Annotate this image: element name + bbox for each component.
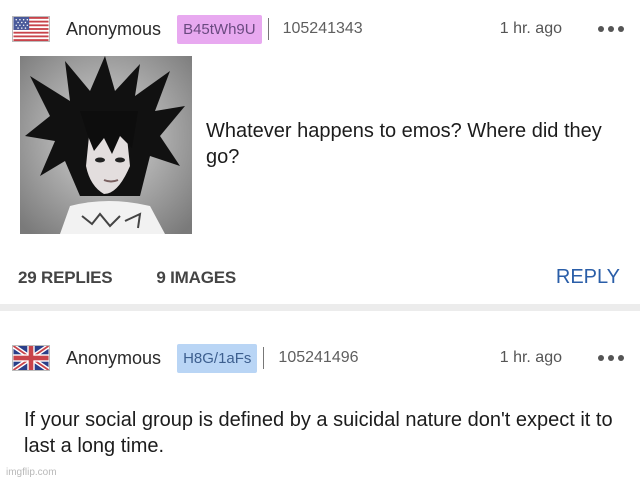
- reply-post: Anonymous H8G/1aFs 105241496 1 hr. ago I…: [0, 311, 640, 484]
- post-stats: 29 REPLIES 9 IMAGES: [18, 268, 236, 288]
- us-flag-icon: [12, 16, 50, 42]
- post-number[interactable]: 105241343: [283, 20, 363, 38]
- divider: [263, 347, 265, 369]
- post-image[interactable]: [20, 56, 192, 234]
- reply-text: If your social group is defined by a sui…: [24, 409, 613, 457]
- post-time: 1 hr. ago: [499, 20, 562, 37]
- op-post-header: Anonymous B45tWh9U 105241343 1 hr. ago: [12, 12, 626, 46]
- divider: [267, 18, 269, 40]
- post-text: Whatever happens to emos? Where did they…: [206, 120, 602, 168]
- more-options-icon[interactable]: [598, 355, 624, 361]
- emo-portrait-image: [20, 56, 192, 234]
- poster-id-badge[interactable]: B45tWh9U: [177, 14, 262, 44]
- images-count[interactable]: 9 IMAGES: [156, 268, 236, 288]
- watermark: imgflip.com: [6, 467, 57, 478]
- post-number[interactable]: 105241496: [278, 349, 358, 367]
- poster-name: Anonymous: [66, 18, 162, 39]
- more-options-icon[interactable]: [598, 26, 624, 32]
- poster-id-badge[interactable]: H8G/1aFs: [177, 343, 258, 373]
- reply-button[interactable]: REPLY: [556, 266, 620, 289]
- reply-post-header: Anonymous H8G/1aFs 105241496 1 hr. ago: [12, 341, 626, 375]
- op-post: Anonymous B45tWh9U 105241343 1 hr. ago W…: [0, 0, 640, 310]
- uk-flag-icon: [12, 345, 50, 371]
- poster-name: Anonymous: [66, 347, 162, 368]
- replies-count[interactable]: 29 REPLIES: [18, 268, 113, 288]
- post-time: 1 hr. ago: [499, 349, 562, 366]
